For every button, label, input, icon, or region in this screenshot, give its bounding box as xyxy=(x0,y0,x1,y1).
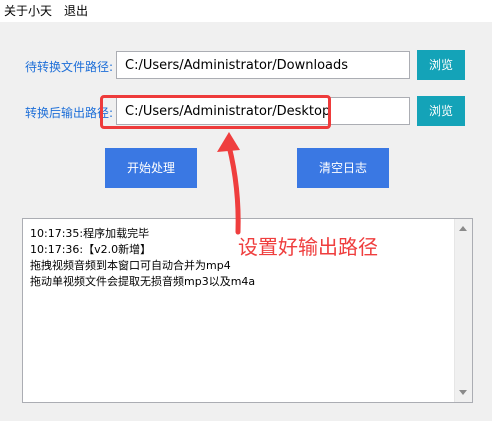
log-scrollbar[interactable] xyxy=(454,219,472,402)
output-path-highlight xyxy=(100,95,331,129)
log-line: 拖动单视频文件会提取无损音频mp3以及m4a xyxy=(30,275,256,288)
output-browse-button[interactable]: 浏览 xyxy=(417,96,465,126)
menu-item-exit[interactable]: 退出 xyxy=(58,0,94,22)
log-line: 拖拽视频音频到本窗口可自动合并为mp4 xyxy=(30,259,231,272)
scroll-down-arrow-icon[interactable] xyxy=(459,390,467,395)
start-processing-button[interactable]: 开始处理 xyxy=(105,148,197,188)
source-browse-button[interactable]: 浏览 xyxy=(417,50,465,80)
menu-bar: 关于小天 退出 xyxy=(0,0,492,22)
clear-log-button[interactable]: 清空日志 xyxy=(297,148,389,188)
source-path-label: 待转换文件路径: xyxy=(25,60,114,74)
scroll-up-arrow-icon[interactable] xyxy=(459,226,467,231)
annotation-text: 设置好输出路径 xyxy=(238,235,378,259)
source-path-field[interactable] xyxy=(116,51,410,79)
menu-item-about[interactable]: 关于小天 xyxy=(0,0,58,22)
